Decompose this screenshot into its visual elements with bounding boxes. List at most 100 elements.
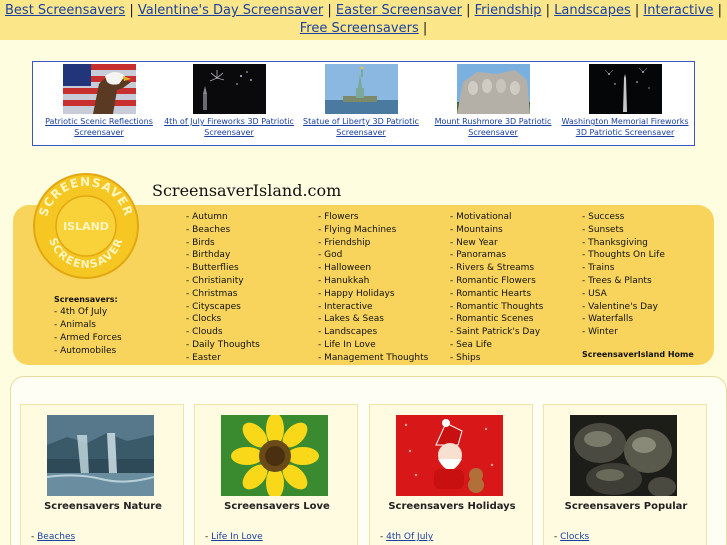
featured-link[interactable]: Washington Memorial Fireworks 3D Patriot… bbox=[559, 116, 691, 138]
category-item[interactable]: - Flowers bbox=[318, 211, 428, 224]
nav-link-valentines[interactable]: Valentine's Day Screensaver bbox=[138, 3, 323, 18]
category-item[interactable]: - God bbox=[318, 249, 428, 262]
featured-link[interactable]: Mount Rushmore 3D Patriotic Screensaver bbox=[427, 116, 559, 138]
category-item[interactable]: - Autumn bbox=[186, 211, 260, 224]
category-item[interactable]: - 4th Of July bbox=[54, 306, 122, 319]
category-item[interactable]: - Lakes & Seas bbox=[318, 313, 428, 326]
category-item[interactable]: - Landscapes bbox=[318, 326, 428, 339]
category-item[interactable]: - Motivational bbox=[450, 211, 543, 224]
card-title: Screensavers Nature bbox=[44, 501, 162, 512]
site-title: ScreensaverIsland.com bbox=[152, 181, 342, 200]
nav-link-interactive[interactable]: Interactive bbox=[643, 3, 713, 18]
category-item[interactable]: - New Year bbox=[450, 237, 543, 250]
category-item[interactable]: - Clocks bbox=[186, 313, 260, 326]
home-link[interactable]: ScreensaverIsland Home bbox=[582, 350, 694, 359]
collection-card-nature: Screensavers Nature - Beaches bbox=[20, 404, 184, 545]
category-item[interactable]: - Romantic Flowers bbox=[450, 275, 543, 288]
card-title: Screensavers Love bbox=[224, 501, 330, 512]
category-item[interactable]: - Waterfalls bbox=[582, 313, 665, 326]
mount-rushmore-image[interactable] bbox=[456, 64, 530, 114]
waterfall-image[interactable] bbox=[47, 415, 154, 496]
featured-link[interactable]: Statue of Liberty 3D Patriotic Screensav… bbox=[295, 116, 427, 138]
collection-card-love: Screensavers Love - Life In Love bbox=[194, 404, 358, 545]
nav-separator: | bbox=[545, 3, 550, 18]
category-item[interactable]: - Thoughts On Life bbox=[582, 249, 665, 262]
category-item[interactable]: - Sunsets bbox=[582, 224, 665, 237]
category-item[interactable]: - Romantic Scenes bbox=[450, 313, 543, 326]
category-item[interactable]: - Birthday bbox=[186, 249, 260, 262]
category-item[interactable]: - Interactive bbox=[318, 301, 428, 314]
nav-link-easter[interactable]: Easter Screensaver bbox=[336, 3, 462, 18]
category-item[interactable]: - Friendship bbox=[318, 237, 428, 250]
category-item[interactable]: - Romantic Hearts bbox=[450, 288, 543, 301]
nav-link-best-screensavers[interactable]: Best Screensavers bbox=[5, 3, 125, 18]
eagle-flag-image[interactable] bbox=[62, 64, 136, 114]
category-item[interactable]: - Butterflies bbox=[186, 262, 260, 275]
category-item[interactable]: - Winter bbox=[582, 326, 665, 339]
category-item[interactable]: - Success bbox=[582, 211, 665, 224]
category-item[interactable]: - Daily Thoughts bbox=[186, 339, 260, 352]
featured-item[interactable]: Statue of Liberty 3D Patriotic Screensav… bbox=[295, 64, 427, 138]
featured-link[interactable]: 4th of July Fireworks 3D Patriotic Scree… bbox=[163, 116, 295, 138]
category-item[interactable]: - Automobiles bbox=[54, 345, 122, 358]
washington-monument-image[interactable] bbox=[588, 64, 662, 114]
category-item[interactable]: - Life In Love bbox=[318, 339, 428, 352]
category-item[interactable]: - Hanukkah bbox=[318, 275, 428, 288]
category-item[interactable]: - Cityscapes bbox=[186, 301, 260, 314]
sunflower-image[interactable] bbox=[221, 415, 328, 496]
category-item[interactable]: - Armed Forces bbox=[54, 332, 122, 345]
category-item[interactable]: - Rivers & Streams bbox=[450, 262, 543, 275]
card-title: Screensavers Popular bbox=[564, 501, 688, 512]
category-item[interactable]: - Trains bbox=[582, 262, 665, 275]
stones-image[interactable] bbox=[570, 415, 677, 496]
nav-link-landscapes[interactable]: Landscapes bbox=[554, 3, 631, 18]
nav-separator: | bbox=[634, 3, 640, 18]
category-item[interactable]: - Easter bbox=[186, 352, 260, 365]
category-item[interactable]: - Christianity bbox=[186, 275, 260, 288]
featured-item[interactable]: Mount Rushmore 3D Patriotic Screensaver bbox=[427, 64, 559, 138]
card-link[interactable]: 4th Of July bbox=[386, 532, 433, 542]
category-item[interactable]: - Clouds bbox=[186, 326, 260, 339]
svg-text:ISLAND: ISLAND bbox=[63, 220, 109, 233]
card-title: Screensavers Holidays bbox=[388, 501, 516, 512]
category-column-2: - Flowers - Flying Machines - Friendship… bbox=[318, 211, 428, 365]
nav-link-friendship[interactable]: Friendship bbox=[475, 3, 542, 18]
category-item[interactable]: - Animals bbox=[54, 319, 122, 332]
category-item[interactable]: - Birds bbox=[186, 237, 260, 250]
collection-card-popular: Screensavers Popular - Clocks bbox=[543, 404, 707, 545]
category-item[interactable]: - Thanksgiving bbox=[582, 237, 665, 250]
category-item[interactable]: - Flying Machines bbox=[318, 224, 428, 237]
category-item[interactable]: - Christmas bbox=[186, 288, 260, 301]
nav-separator: | bbox=[327, 3, 332, 18]
santa-image[interactable] bbox=[396, 415, 503, 496]
category-item[interactable]: - Romantic Thoughts bbox=[450, 301, 543, 314]
card-link[interactable]: Clocks bbox=[560, 532, 589, 542]
featured-link[interactable]: Patriotic Scenic Reflections Screensaver bbox=[33, 116, 165, 138]
card-link[interactable]: Life In Love bbox=[211, 532, 263, 542]
category-item[interactable]: - Beaches bbox=[186, 224, 260, 237]
featured-item[interactable]: Washington Memorial Fireworks 3D Patriot… bbox=[559, 64, 691, 138]
screensaver-island-logo[interactable]: SCREENSAVER SCREENSAVER ISLAND bbox=[32, 172, 140, 280]
nav-link-free-screensavers[interactable]: Free Screensavers bbox=[300, 21, 419, 36]
fireworks-image[interactable] bbox=[192, 64, 266, 114]
category-item[interactable]: - Saint Patrick's Day bbox=[450, 326, 543, 339]
featured-item[interactable]: Patriotic Scenic Reflections Screensaver bbox=[33, 64, 165, 138]
category-item[interactable]: - Sea Life bbox=[450, 339, 543, 352]
featured-item[interactable]: 4th of July Fireworks 3D Patriotic Scree… bbox=[163, 64, 295, 138]
card-link-item: - Clocks bbox=[554, 532, 590, 542]
category-item[interactable]: - Happy Holidays bbox=[318, 288, 428, 301]
category-item[interactable]: - Management Thoughts bbox=[318, 352, 428, 365]
category-item[interactable]: - Panoramas bbox=[450, 249, 543, 262]
category-item[interactable]: - Mountains bbox=[450, 224, 543, 237]
category-item[interactable]: - Halloween bbox=[318, 262, 428, 275]
card-link[interactable]: Beaches bbox=[37, 532, 75, 542]
category-item[interactable]: - Ships bbox=[450, 352, 543, 365]
statue-of-liberty-image[interactable] bbox=[324, 64, 398, 114]
category-column-3: - Motivational - Mountains - New Year - … bbox=[450, 211, 543, 365]
category-item[interactable]: - Trees & Plants bbox=[582, 275, 665, 288]
collection-card-holidays: Screensavers Holidays - 4th Of July bbox=[369, 404, 533, 545]
category-item[interactable]: - Valentine's Day bbox=[582, 301, 665, 314]
screensavers-header: Screensavers: bbox=[54, 295, 118, 304]
category-item[interactable]: - USA bbox=[582, 288, 665, 301]
category-column-1: - Autumn - Beaches - Birds - Birthday - … bbox=[186, 211, 260, 365]
